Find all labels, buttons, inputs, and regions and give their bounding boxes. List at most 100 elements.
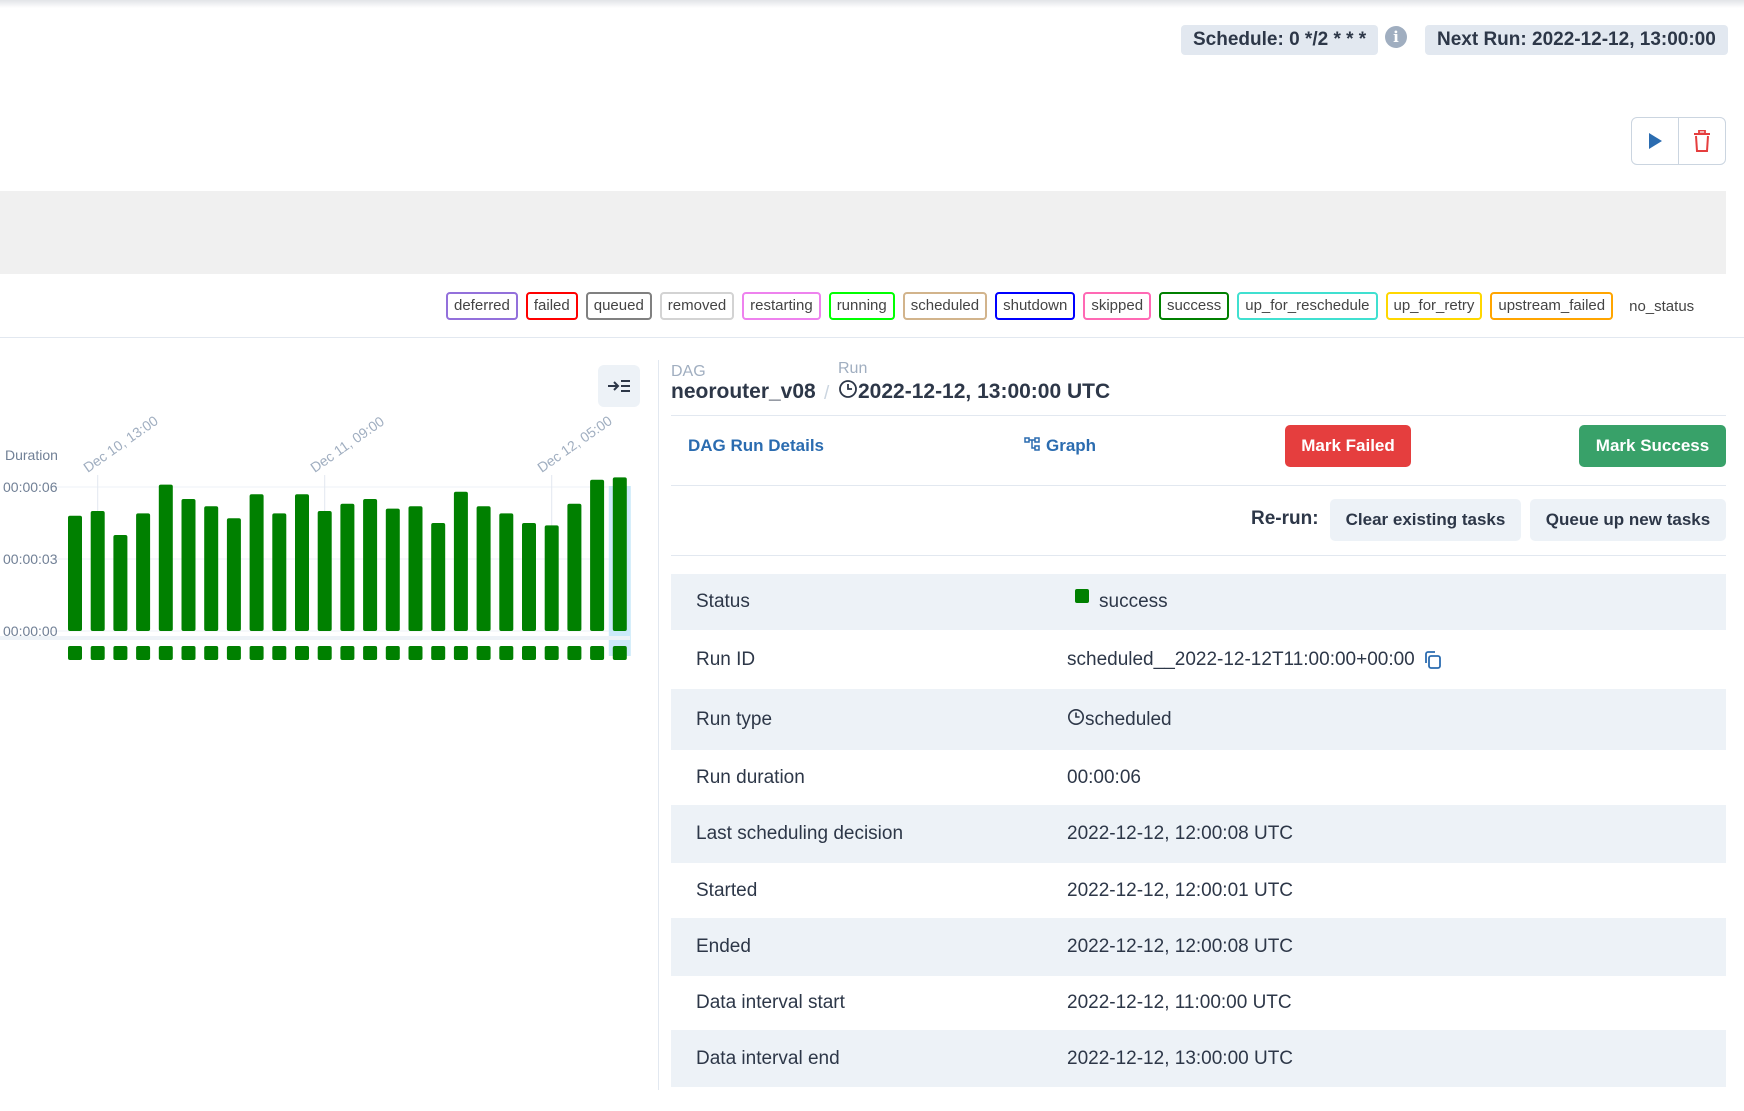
detail-value: 2022-12-12, 12:00:08 UTC	[1067, 936, 1294, 957]
legend-deferred[interactable]: deferred	[446, 292, 518, 320]
run-status-square	[340, 646, 355, 660]
run-duration-chart: Duration00:00:0600:00:0300:00:00Dec 10, …	[0, 412, 631, 660]
delete-dag-button[interactable]	[1678, 118, 1725, 164]
trigger-dag-button[interactable]	[1632, 118, 1678, 164]
tab-dag-run-details[interactable]: DAG Run Details	[688, 436, 824, 456]
clear-existing-tasks-button[interactable]: Clear existing tasks	[1330, 499, 1521, 541]
divider	[671, 555, 1726, 556]
detail-row-last-scheduling-decision: Last scheduling decision 2022-12-12, 12:…	[671, 805, 1726, 863]
run-status-square	[522, 646, 536, 660]
run-status-square	[226, 646, 241, 660]
mark-success-button[interactable]: Mark Success	[1579, 425, 1726, 467]
panel-divider	[658, 360, 659, 1090]
run-status-square	[158, 646, 173, 660]
legend-scheduled[interactable]: scheduled	[902, 292, 988, 320]
run-duration-bar	[181, 499, 196, 631]
run-status-square	[476, 646, 491, 660]
detail-row-ended: Ended 2022-12-12, 12:00:08 UTC	[671, 918, 1726, 976]
breadcrumb-run-value: 2022-12-12, 13:00:00 UTC	[838, 380, 1110, 404]
run-duration-bar	[544, 525, 559, 631]
detail-value: 00:00:06	[1067, 766, 1141, 788]
x-tick-label: Dec 11, 09:00	[307, 413, 387, 476]
legend-queued[interactable]: queued	[585, 292, 652, 320]
rerun-label: Re-run:	[1251, 508, 1319, 529]
filter-bar-area	[0, 191, 1726, 274]
run-status-square	[590, 646, 605, 660]
dag-actions	[1631, 117, 1726, 165]
legend-shutdown[interactable]: shutdown	[995, 292, 1076, 320]
run-datetime: 2022-12-12, 13:00:00 UTC	[858, 380, 1111, 403]
clock-icon	[1067, 708, 1085, 725]
detail-key: Run ID	[696, 648, 756, 670]
run-status-square	[90, 646, 105, 660]
run-duration-bar	[476, 506, 491, 631]
success-status-square	[1075, 589, 1089, 603]
run-duration-bar	[317, 511, 332, 631]
run-status-square	[499, 646, 514, 660]
copy-icon[interactable]	[1423, 650, 1443, 670]
run-duration-bar	[590, 479, 605, 631]
run-status-square	[363, 646, 378, 660]
legend-restarting[interactable]: restarting	[742, 292, 821, 320]
breadcrumb-run-label: Run	[838, 360, 868, 377]
detail-value: scheduled__2022-12-12T11:00:00+00:00	[1067, 649, 1726, 671]
run-status-square	[136, 646, 151, 660]
run-id-text: scheduled__2022-12-12T11:00:00+00:00	[1067, 648, 1415, 670]
divider	[671, 485, 1726, 486]
legend-failed[interactable]: failed	[525, 292, 578, 320]
run-duration-bar	[431, 523, 446, 631]
queue-new-tasks-button[interactable]: Queue up new tasks	[1530, 499, 1726, 541]
collapse-icon	[608, 380, 630, 392]
divider	[0, 337, 1744, 338]
run-status-square	[249, 646, 264, 660]
detail-key: Data interval end	[696, 1047, 840, 1069]
schedule-badge: Schedule: 0 */2 * * *	[1181, 25, 1379, 55]
run-status-square	[544, 646, 559, 660]
run-status-square	[408, 646, 423, 660]
detail-key: Ended	[696, 936, 751, 957]
info-icon[interactable]: i	[1385, 26, 1407, 48]
run-duration-bar	[226, 518, 241, 631]
run-status-square	[204, 646, 219, 660]
run-status-square	[385, 646, 400, 660]
run-duration-bar	[204, 506, 219, 631]
next-run-badge: Next Run: 2022-12-12, 13:00:00	[1425, 25, 1728, 55]
run-status-square	[113, 646, 128, 660]
legend-success[interactable]: success	[1159, 292, 1230, 320]
breadcrumb-dag-id[interactable]: neorouter_v08	[671, 380, 816, 404]
run-duration-bar	[567, 503, 582, 631]
run-duration-bar	[453, 491, 468, 631]
legend-upstream-failed[interactable]: upstream_failed	[1490, 292, 1614, 320]
run-duration-bar	[363, 499, 378, 631]
legend-up-for-reschedule[interactable]: up_for_reschedule	[1237, 292, 1378, 320]
legend-running[interactable]: running	[828, 292, 895, 320]
detail-value: 2022-12-12, 12:00:08 UTC	[1067, 823, 1294, 844]
run-duration-bar	[385, 508, 400, 631]
trash-icon	[1694, 130, 1710, 152]
legend-removed[interactable]: removed	[659, 292, 735, 320]
legend-up-for-retry[interactable]: up_for_retry	[1385, 292, 1483, 320]
mark-failed-button[interactable]: Mark Failed	[1285, 425, 1411, 467]
detail-row-started: Started 2022-12-12, 12:00:01 UTC	[671, 863, 1726, 918]
breadcrumb-dag-label: DAG	[671, 363, 706, 380]
detail-row-data-interval-start: Data interval start 2022-12-12, 11:00:00…	[671, 976, 1726, 1030]
run-duration-bar	[158, 484, 173, 631]
tab-graph[interactable]: Graph	[1024, 436, 1096, 456]
detail-row-run-id: Run ID scheduled__2022-12-12T11:00:00+00…	[671, 630, 1726, 689]
timeline-baseline	[0, 636, 630, 640]
breadcrumb-separator: /	[824, 383, 830, 404]
run-duration-bar	[499, 513, 514, 631]
divider	[671, 415, 1726, 416]
detail-key: Run type	[696, 708, 773, 730]
y-tick-label: 00:00:03	[3, 551, 58, 567]
legend-skipped[interactable]: skipped	[1083, 292, 1152, 320]
top-shadow	[0, 0, 1744, 8]
detail-key: Last scheduling decision	[696, 823, 904, 844]
run-duration-bar	[612, 477, 627, 631]
legend-no-status[interactable]: no_status	[1621, 298, 1702, 315]
tab-graph-label: Graph	[1046, 436, 1097, 455]
status-legend: deferred failed queued removed restarting run…	[446, 292, 1702, 320]
detail-key: Run duration	[696, 766, 805, 788]
detail-row-data-interval-end: Data interval end 2022-12-12, 13:00:00 U…	[671, 1030, 1726, 1087]
x-tick-label: Dec 10, 13:00	[80, 412, 161, 475]
